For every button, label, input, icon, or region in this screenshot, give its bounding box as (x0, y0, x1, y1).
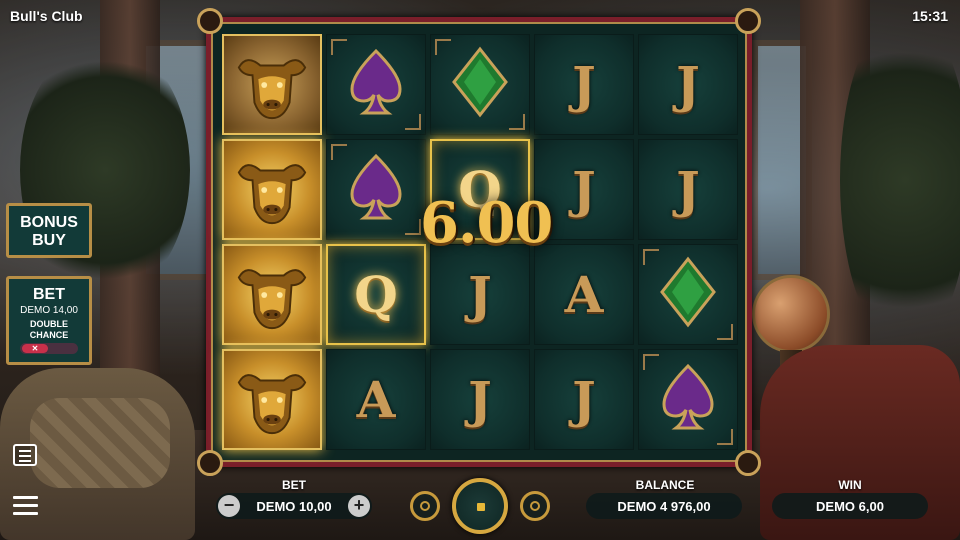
symbol-letter: J (676, 160, 700, 219)
symbol-letter: A (564, 265, 604, 324)
reel-cell-diamond (430, 34, 530, 135)
bonus-buy-label-line1: BONUS (20, 214, 78, 231)
double-chance-line2: CHANCE (29, 330, 69, 340)
reel-cell-q: Q (326, 244, 426, 345)
toggle-off-icon: ✕ (22, 344, 48, 353)
bull-icon (233, 255, 311, 335)
bonus-buy-button[interactable]: BONUS BUY (6, 203, 92, 258)
coin-stack-icon[interactable] (410, 491, 440, 521)
symbol-letter: J (468, 265, 492, 324)
autoplay-icon[interactable] (520, 491, 550, 521)
bet-panel-title: BET (33, 286, 65, 303)
reel-cell-bull (222, 244, 322, 345)
reel-cell-diamond (638, 244, 738, 345)
symbol-letter: Q (354, 265, 398, 324)
plus-icon[interactable]: + (348, 495, 370, 517)
win-amount-overlay: 6.00 (420, 190, 553, 256)
win-value: DEMO 6,00 (772, 493, 928, 519)
diamond-icon (448, 45, 512, 124)
reel-cell-j: J (534, 34, 634, 135)
symbol-letter: J (572, 160, 596, 219)
reel-cell-bull (222, 34, 322, 135)
menu-icon[interactable] (13, 496, 38, 516)
reel-cell-j: J (638, 34, 738, 135)
double-chance-label: DOUBLE CHANCE (9, 319, 89, 341)
reel-cell-j: J (638, 139, 738, 240)
bull-icon (233, 360, 311, 440)
reel-cell-bull (222, 139, 322, 240)
symbol-letter: J (572, 370, 596, 429)
symbol-letter: J (468, 370, 492, 429)
balance-value: DEMO 4 976,00 (586, 493, 742, 519)
background-globe (752, 275, 830, 353)
win-label: WIN (838, 478, 862, 492)
game-title: Bull's Club (10, 8, 83, 24)
minus-icon[interactable]: − (218, 495, 240, 517)
double-chance-toggle[interactable]: ✕ (20, 343, 78, 354)
stop-icon (477, 503, 485, 511)
symbol-letter: J (572, 55, 596, 114)
bet-panel[interactable]: BET DEMO 14,00 DOUBLE CHANCE ✕ (6, 276, 92, 365)
clock: 15:31 (912, 8, 948, 24)
frame-corner-ornament (197, 450, 223, 476)
paytable-icon[interactable] (13, 444, 37, 466)
spade-icon (344, 45, 408, 124)
spade-icon (344, 150, 408, 229)
frame-corner-ornament (735, 450, 761, 476)
frame-corner-ornament (735, 8, 761, 34)
bull-icon (233, 150, 311, 230)
spade-icon (656, 360, 720, 439)
bonus-buy-label-line2: BUY (32, 232, 66, 249)
symbol-letter: J (676, 55, 700, 114)
reel-cell-spade (638, 349, 738, 450)
reel-cell-j: J (534, 349, 634, 450)
background-plant-left (20, 40, 190, 300)
balance-label: BALANCE (635, 478, 695, 492)
bull-icon (233, 45, 311, 125)
reel-cell-spade (326, 34, 426, 135)
symbol-letter: A (356, 370, 396, 429)
reel-cell-a: A (326, 349, 426, 450)
reel-cell-spade (326, 139, 426, 240)
spin-button[interactable] (452, 478, 508, 534)
reel-cell-bull (222, 349, 322, 450)
bet-label: BET (282, 478, 306, 492)
bet-panel-value: DEMO 14,00 (20, 305, 78, 316)
reel-cell-a: A (534, 244, 634, 345)
reel-cell-j: J (430, 244, 530, 345)
double-chance-line1: DOUBLE (30, 319, 68, 329)
reel-cell-j: J (430, 349, 530, 450)
frame-corner-ornament (197, 8, 223, 34)
background-plant-right (840, 10, 960, 350)
diamond-icon (656, 255, 720, 334)
